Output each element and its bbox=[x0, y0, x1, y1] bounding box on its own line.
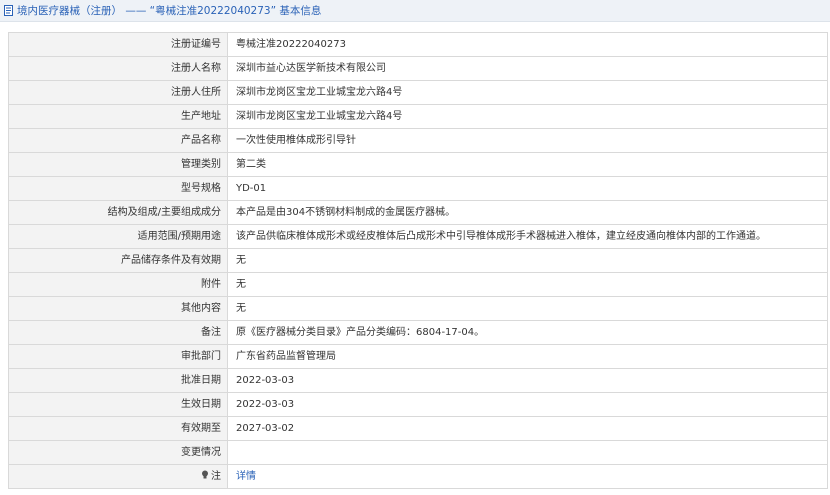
table-row: 结构及组成/主要组成成分 本产品是由304不锈钢材料制成的金属医疗器械。 bbox=[8, 200, 828, 225]
table-row: 注册人名称 深圳市益心达医学新技术有限公司 bbox=[8, 56, 828, 81]
row-value: 2022-03-03 bbox=[227, 392, 828, 417]
note-label-cell: 注 bbox=[8, 464, 228, 489]
table-row: 生效日期 2022-03-03 bbox=[8, 392, 828, 417]
table-row: 管理类别 第二类 bbox=[8, 152, 828, 177]
row-value: 深圳市益心达医学新技术有限公司 bbox=[227, 56, 828, 81]
table-row: 附件 无 bbox=[8, 272, 828, 297]
table-row: 变更情况 bbox=[8, 440, 828, 465]
row-label: 注册人名称 bbox=[8, 56, 228, 81]
row-label: 注册证编号 bbox=[8, 32, 228, 57]
row-value: 本产品是由304不锈钢材料制成的金属医疗器械。 bbox=[227, 200, 828, 225]
row-value: 2027-03-02 bbox=[227, 416, 828, 441]
lightbulb-icon bbox=[202, 470, 208, 479]
info-table: 注册证编号 粤械注准20222040273 注册人名称 深圳市益心达医学新技术有… bbox=[8, 32, 828, 489]
table-row: 型号规格 YD-01 bbox=[8, 176, 828, 201]
page-header: 境内医疗器械（注册） —— “粤械注准20222040273” 基本信息 bbox=[0, 0, 830, 22]
page-title: 境内医疗器械（注册） —— “粤械注准20222040273” 基本信息 bbox=[17, 5, 322, 17]
row-label: 其他内容 bbox=[8, 296, 228, 321]
table-row: 适用范围/预期用途 该产品供临床椎体成形术或经皮椎体后凸成形术中引导椎体成形手术… bbox=[8, 224, 828, 249]
row-value: 第二类 bbox=[227, 152, 828, 177]
row-label: 变更情况 bbox=[8, 440, 228, 465]
table-row: 审批部门 广东省药品监督管理局 bbox=[8, 344, 828, 369]
details-link[interactable]: 详情 bbox=[236, 471, 256, 482]
row-label: 生效日期 bbox=[8, 392, 228, 417]
row-label: 注册人住所 bbox=[8, 80, 228, 105]
row-label: 产品名称 bbox=[8, 128, 228, 153]
row-label: 适用范围/预期用途 bbox=[8, 224, 228, 249]
table-row: 产品名称 一次性使用椎体成形引导针 bbox=[8, 128, 828, 153]
note-value-cell: 详情 bbox=[227, 464, 828, 489]
table-row: 备注 原《医疗器械分类目录》产品分类编码：6804-17-04。 bbox=[8, 320, 828, 345]
note-row: 注 详情 bbox=[8, 464, 828, 489]
row-value: 广东省药品监督管理局 bbox=[227, 344, 828, 369]
row-label: 批准日期 bbox=[8, 368, 228, 393]
document-icon bbox=[4, 5, 13, 16]
row-value: 无 bbox=[227, 296, 828, 321]
row-label: 结构及组成/主要组成成分 bbox=[8, 200, 228, 225]
table-row: 注册人住所 深圳市龙岗区宝龙工业城宝龙六路4号 bbox=[8, 80, 828, 105]
row-value: 深圳市龙岗区宝龙工业城宝龙六路4号 bbox=[227, 80, 828, 105]
row-value: 该产品供临床椎体成形术或经皮椎体后凸成形术中引导椎体成形手术器械进入椎体，建立经… bbox=[227, 224, 828, 249]
row-label: 附件 bbox=[8, 272, 228, 297]
note-label: 注 bbox=[211, 471, 221, 482]
row-label: 产品储存条件及有效期 bbox=[8, 248, 228, 273]
table-row: 批准日期 2022-03-03 bbox=[8, 368, 828, 393]
row-value: 无 bbox=[227, 272, 828, 297]
table-row: 注册证编号 粤械注准20222040273 bbox=[8, 32, 828, 57]
row-label: 审批部门 bbox=[8, 344, 228, 369]
row-label: 生产地址 bbox=[8, 104, 228, 129]
row-value: 无 bbox=[227, 248, 828, 273]
table-row: 其他内容 无 bbox=[8, 296, 828, 321]
row-label: 有效期至 bbox=[8, 416, 228, 441]
row-label: 管理类别 bbox=[8, 152, 228, 177]
table-row: 生产地址 深圳市龙岗区宝龙工业城宝龙六路4号 bbox=[8, 104, 828, 129]
row-value: YD-01 bbox=[227, 176, 828, 201]
table-row: 有效期至 2027-03-02 bbox=[8, 416, 828, 441]
row-value: 粤械注准20222040273 bbox=[227, 32, 828, 57]
row-value bbox=[227, 440, 828, 465]
row-value: 原《医疗器械分类目录》产品分类编码：6804-17-04。 bbox=[227, 320, 828, 345]
row-label: 型号规格 bbox=[8, 176, 228, 201]
row-label: 备注 bbox=[8, 320, 228, 345]
row-value: 2022-03-03 bbox=[227, 368, 828, 393]
row-value: 一次性使用椎体成形引导针 bbox=[227, 128, 828, 153]
table-row: 产品储存条件及有效期 无 bbox=[8, 248, 828, 273]
row-value: 深圳市龙岗区宝龙工业城宝龙六路4号 bbox=[227, 104, 828, 129]
